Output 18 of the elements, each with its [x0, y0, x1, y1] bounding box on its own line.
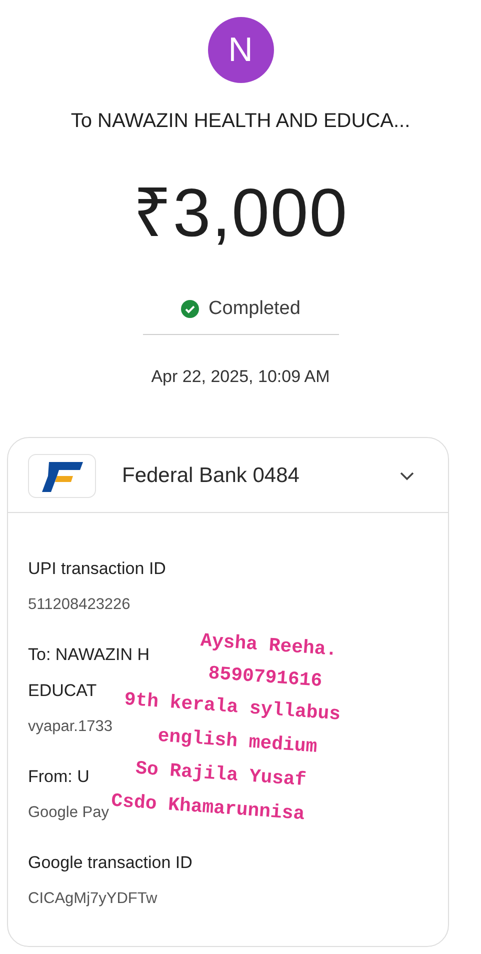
bank-account-name: Federal Bank 0484 [122, 464, 300, 488]
detail-label: From: U [28, 766, 90, 788]
bank-logo-icon [28, 454, 96, 498]
date-time: Apr 22, 2025, 10:09 AM [151, 367, 330, 387]
detail-label: UPI transaction ID [28, 558, 166, 580]
detail-value: CICAgMj7yYDFTw [28, 889, 158, 909]
detail-value: Google Pay [28, 803, 109, 823]
status-label: Completed [208, 298, 300, 320]
avatar: N [208, 17, 274, 83]
payee-name: To NAWAZIN HEALTH AND EDUCA... [70, 110, 410, 133]
detail-value: 511208423226 [28, 595, 130, 615]
detail-value: vyapar.1733 [28, 717, 112, 737]
detail-label: To: NAWAZIN H [28, 644, 150, 666]
chevron-down-icon[interactable] [400, 472, 414, 480]
check-icon [180, 300, 199, 318]
amount: ₹3,000 [132, 174, 348, 253]
detail-label: Google transaction ID [28, 852, 192, 874]
detail-label: EDUCAT [28, 680, 97, 702]
